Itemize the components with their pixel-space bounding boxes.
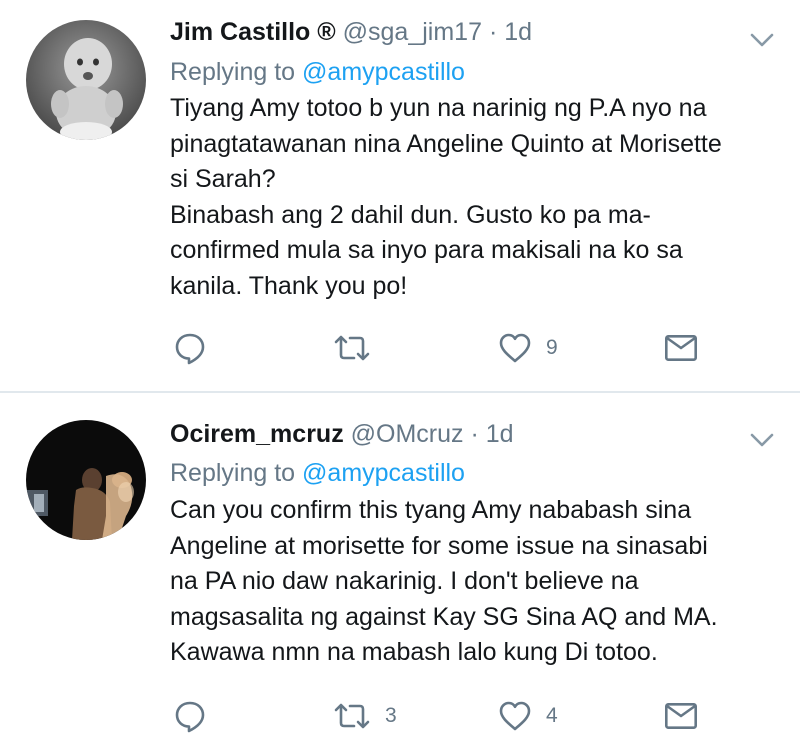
avatar[interactable] bbox=[26, 420, 146, 540]
retweet-count: 3 bbox=[385, 704, 397, 727]
envelope-icon bbox=[664, 334, 698, 362]
heart-icon bbox=[498, 332, 532, 364]
display-name[interactable]: Jim Castillo ® bbox=[170, 18, 336, 46]
separator: · bbox=[488, 18, 498, 46]
retweet-icon bbox=[333, 333, 371, 363]
timestamp[interactable]: 1d bbox=[486, 420, 514, 448]
envelope-icon bbox=[664, 702, 698, 730]
action-bar: 9 bbox=[0, 328, 800, 368]
retweet-button[interactable]: 3 bbox=[333, 696, 397, 736]
avatar[interactable] bbox=[26, 20, 146, 140]
tweet-text-line: Binabash ang 2 dahil dun. Gusto ko pa ma… bbox=[170, 200, 651, 229]
replying-to: Replying to @amypcastillo bbox=[170, 458, 465, 488]
like-button[interactable]: 9 bbox=[498, 328, 558, 368]
like-button[interactable]: 4 bbox=[498, 696, 558, 736]
like-count: 9 bbox=[546, 336, 558, 359]
tweet-header: Ocirem_mcruz @OMcruz · 1d bbox=[170, 419, 740, 449]
tweet-text-line: Angeline at morisette for some issue na … bbox=[170, 531, 708, 560]
tweet-text: Can you confirm this tyang Amy nababash … bbox=[170, 493, 770, 671]
like-count: 4 bbox=[546, 704, 558, 727]
tweet-text-line: si Sarah? bbox=[170, 165, 276, 193]
reply-icon bbox=[173, 331, 207, 365]
display-name[interactable]: Ocirem_mcruz bbox=[170, 420, 344, 448]
user-handle[interactable]: @sga_jim17 bbox=[343, 18, 482, 46]
tweet-text-line: Tiyang Amy totoo b yun na narinig ng P.A… bbox=[170, 94, 707, 122]
direct-message-button[interactable] bbox=[664, 328, 698, 368]
reply-button[interactable] bbox=[173, 696, 207, 736]
direct-message-button[interactable] bbox=[664, 696, 698, 736]
tweet-text-line: magsasalita ng against Kay SG Sina AQ an… bbox=[170, 602, 718, 631]
mention-link[interactable]: @amypcastillo bbox=[302, 58, 465, 86]
reply-button[interactable] bbox=[173, 328, 207, 368]
retweet-icon bbox=[333, 701, 371, 731]
chevron-down-icon[interactable] bbox=[750, 32, 774, 48]
tweet-text-line: Can you confirm this tyang Amy nababash … bbox=[170, 496, 692, 524]
user-handle[interactable]: @OMcruz bbox=[351, 420, 464, 448]
replying-prefix: Replying to bbox=[170, 459, 296, 487]
tweet[interactable]: Ocirem_mcruz @OMcruz · 1d Replying to @a… bbox=[0, 392, 800, 753]
tweet-text-line: confirmed mula sa inyo para makisali na … bbox=[170, 236, 683, 264]
tweet-text-line: Kawawa nmn na mabash lalo kung Di totoo. bbox=[170, 638, 658, 666]
retweet-button[interactable] bbox=[333, 328, 385, 368]
tweet[interactable]: Jim Castillo ® @sga_jim17 · 1d Replying … bbox=[0, 0, 800, 392]
separator: · bbox=[470, 420, 479, 448]
tweet-text-line: pinagtatawanan nina Angeline Quinto at M… bbox=[170, 129, 722, 158]
tweet-text: Tiyang Amy totoo b yun na narinig ng P.A… bbox=[170, 91, 770, 304]
heart-icon bbox=[498, 700, 532, 732]
chevron-down-icon[interactable] bbox=[750, 432, 774, 448]
mention-link[interactable]: @amypcastillo bbox=[302, 459, 465, 487]
replying-to: Replying to @amypcastillo bbox=[170, 57, 465, 87]
action-bar: 3 4 bbox=[0, 696, 800, 736]
tweet-feed: Jim Castillo ® @sga_jim17 · 1d Replying … bbox=[0, 0, 800, 753]
tweet-text-line: kanila. Thank you po! bbox=[170, 271, 408, 300]
tweet-text-line: na PA nio daw nakarinig. I don't believe… bbox=[170, 567, 639, 595]
timestamp[interactable]: 1d bbox=[504, 18, 532, 46]
replying-prefix: Replying to bbox=[170, 58, 296, 86]
reply-icon bbox=[173, 699, 207, 733]
tweet-header: Jim Castillo ® @sga_jim17 · 1d bbox=[170, 17, 740, 47]
